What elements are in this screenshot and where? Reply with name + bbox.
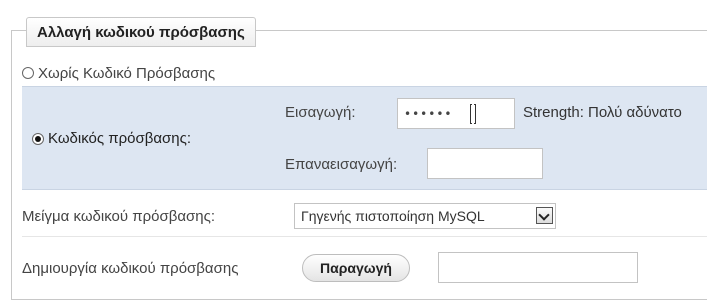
password-input[interactable]: •••••• (397, 98, 515, 129)
password-radio[interactable] (32, 132, 44, 145)
row-divider (22, 236, 707, 237)
password-hashing-select[interactable]: Γηγενής πιστοποίηση MySQL (294, 203, 556, 229)
reenter-password-input[interactable] (427, 148, 543, 179)
no-password-radio[interactable] (22, 67, 34, 79)
fieldset-legend: Αλλαγή κωδικού πρόσβασης (26, 17, 256, 47)
no-password-label: Χωρίς Κωδικό Πρόσβασης (38, 64, 216, 82)
text-cursor-icon (470, 104, 476, 124)
chevron-down-icon[interactable] (536, 207, 553, 224)
no-password-option[interactable]: Χωρίς Κωδικό Πρόσβασης (22, 62, 215, 84)
password-input-value: •••••• (404, 107, 453, 121)
password-hashing-selected: Γηγενής πιστοποίηση MySQL (301, 208, 485, 224)
generate-button[interactable]: Παραγωγή (302, 254, 410, 282)
reenter-password-label: Επαναεισαγωγή: (285, 156, 398, 173)
password-hashing-label: Μείγμα κωδικού πρόσβασης: (22, 208, 216, 225)
password-option[interactable]: Κωδικός πρόσβασης: (32, 130, 191, 147)
password-strength: Strength: Πολύ αδύνατο (523, 104, 682, 121)
enter-password-label: Εισαγωγή: (285, 104, 356, 121)
generated-password-field[interactable] (438, 252, 638, 283)
password-option-label: Κωδικός πρόσβασης: (48, 130, 192, 147)
generate-password-label: Δημιουργία κωδικού πρόσβασης (22, 260, 239, 277)
change-password-panel: Αλλαγή κωδικού πρόσβασης Χωρίς Κωδικό Πρ… (0, 0, 707, 304)
